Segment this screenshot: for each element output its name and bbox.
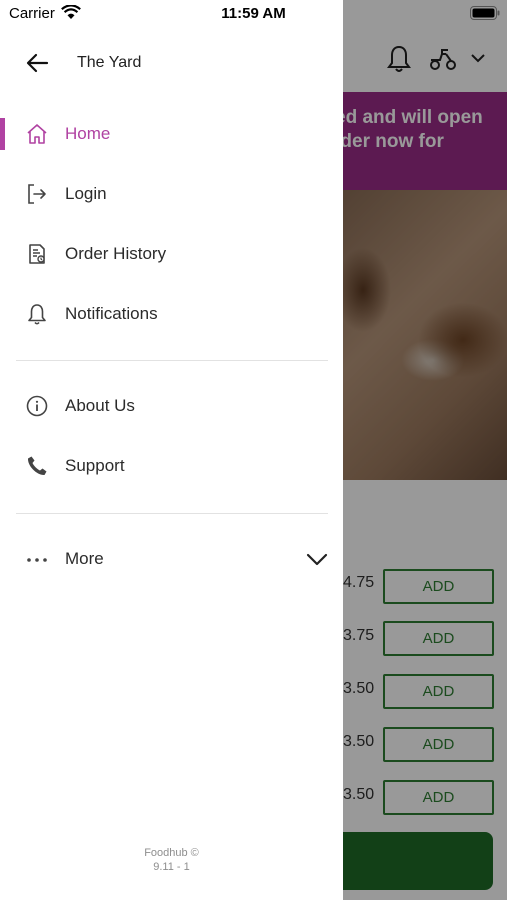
login-icon: [28, 184, 46, 204]
status-time: 11:59 AM: [221, 5, 286, 22]
bell-icon: [28, 304, 46, 325]
status-bar: Carrier 11:59 AM: [0, 0, 507, 28]
menu-item-more[interactable]: More: [0, 533, 343, 585]
menu-item-label: About Us: [65, 396, 135, 415]
info-icon: [26, 395, 48, 417]
menu-item-support[interactable]: Support: [0, 440, 343, 492]
menu-item-order-history[interactable]: Order History: [0, 228, 343, 280]
menu-item-label: Home: [65, 124, 111, 143]
app-version-footer: Foodhub © 9.11 - 1: [0, 846, 343, 874]
more-dots-icon: [27, 558, 47, 562]
order-history-icon: [29, 244, 45, 264]
navigation-drawer: The Yard Home Login Order History Notifi…: [0, 0, 343, 900]
drawer-header: The Yard: [0, 36, 343, 92]
menu-item-notifications[interactable]: Notifications: [0, 288, 343, 340]
phone-icon: [27, 456, 47, 476]
menu-item-about-us[interactable]: About Us: [0, 380, 343, 432]
chevron-down-icon[interactable]: [306, 550, 328, 568]
restaurant-name: The Yard: [77, 54, 142, 71]
battery-icon: [470, 6, 500, 20]
menu-item-label: Notifications: [65, 304, 158, 323]
footer-version: 9.11 - 1: [153, 861, 190, 873]
menu-item-label: More: [65, 549, 104, 568]
active-indicator: [0, 118, 5, 150]
menu-item-label: Login: [65, 184, 107, 203]
menu-item-login[interactable]: Login: [0, 168, 343, 220]
footer-brand: Foodhub ©: [144, 847, 199, 859]
menu-item-home[interactable]: Home: [0, 108, 343, 160]
section-divider: [16, 513, 328, 514]
section-divider: [16, 360, 328, 361]
home-icon: [27, 124, 47, 144]
menu-item-label: Support: [65, 456, 125, 475]
menu-item-label: Order History: [65, 244, 167, 263]
back-arrow-icon[interactable]: [25, 50, 51, 76]
